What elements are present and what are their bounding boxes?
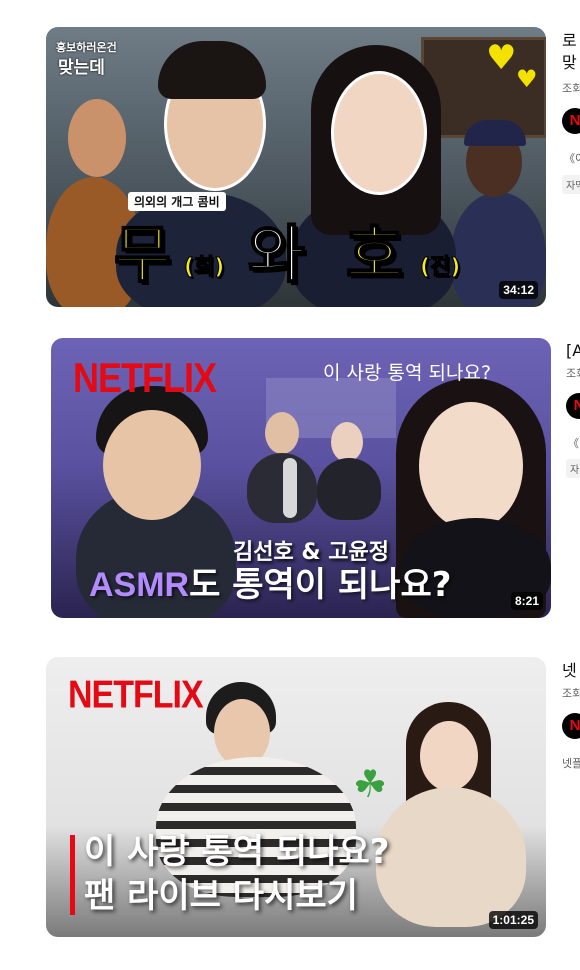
video-thumbnail-3[interactable]: ☘ NETFLIX 이 사랑 통역 되나요? 팬 라이브 다시보기 1:01:2… [46, 657, 546, 937]
video-title-line1[interactable]: 로 [562, 30, 580, 52]
thumbnail-small-text-2: (진) [419, 255, 461, 281]
channel-avatar[interactable]: N [566, 393, 580, 419]
video-card-2: NETFLIX 이 사랑 통역 되나요? 김선호 & 고윤정 ASMR도 통역이… [0, 320, 580, 640]
microphone [283, 458, 297, 518]
thumbnail-big-text-3: 호 [345, 217, 404, 292]
heart-icon-small: ♥ [516, 65, 538, 93]
video-description: 《 [568, 437, 579, 450]
subtitle-badge: 자막 [562, 175, 580, 194]
channel-avatar[interactable]: N [562, 108, 580, 134]
duration-badge: 34:12 [499, 281, 538, 299]
video-description: 넷플 [562, 757, 580, 770]
view-count: 조회 [566, 367, 580, 380]
thumbnail-line2: 팬 라이브 다시보기 [84, 876, 358, 916]
thumbnail-logo-line2: 맞는데 [58, 58, 105, 78]
cap [464, 120, 526, 146]
channel-avatar[interactable]: N [562, 713, 580, 739]
person-small-1 [247, 453, 317, 523]
video-title-line1[interactable]: [A [566, 340, 580, 362]
video-title-line1[interactable]: 넷 [562, 660, 580, 682]
thumbnail-caption: 의외의 개그 콤비 [128, 192, 226, 211]
video-thumbnail-2[interactable]: NETFLIX 이 사랑 통역 되나요? 김선호 & 고윤정 ASMR도 통역이… [51, 338, 551, 618]
duration-badge: 8:21 [510, 592, 543, 610]
headline-korean: 도 통역이 되나요? [189, 565, 452, 605]
face-right-woman [419, 402, 523, 530]
face-small-1 [265, 412, 299, 454]
thumbnail-line1: 이 사랑 통역 되나요? [84, 832, 390, 872]
video-description: 《이 [564, 152, 580, 165]
heart-icon: ♥ [486, 38, 517, 78]
face-center-woman [331, 71, 427, 195]
thumbnail-names: 김선호 & 고윤정 [233, 540, 389, 565]
video-card-1: ♥ ♥ 홍보하러온건 맞는데 의외의 개그 콤비 무 (희) 와 호 (진) 3… [0, 0, 580, 320]
person-woman [376, 787, 526, 927]
netflix-logo: NETFLIX [73, 354, 217, 402]
face-small-2 [331, 422, 363, 462]
headline-latin: ASMR [89, 566, 190, 604]
video-title-line2[interactable]: 맞 [562, 52, 580, 74]
face-woman [420, 721, 478, 791]
face-left-man [103, 410, 201, 520]
thumbnail-big-text-2: 와 [247, 217, 306, 292]
subtitle-badge: 자 [566, 459, 580, 478]
thumbnail-small-text-1: (희) [183, 255, 225, 281]
face-left [68, 99, 126, 177]
video-card-3: ☘ NETFLIX 이 사랑 통역 되나요? 팬 라이브 다시보기 1:01:2… [0, 640, 580, 970]
thumbnail-headline: ASMR도 통역이 되나요? [89, 564, 451, 606]
person-small-2 [317, 458, 381, 520]
netflix-logo: NETFLIX [68, 673, 204, 717]
duration-badge: 1:01:25 [488, 911, 538, 929]
view-count: 조회 [562, 687, 580, 700]
video-thumbnail-1[interactable]: ♥ ♥ 홍보하러온건 맞는데 의외의 개그 콤비 무 (희) 와 호 (진) 3… [46, 27, 546, 307]
thumbnail-question: 이 사랑 통역 되나요? [323, 362, 492, 384]
view-count: 조회 [562, 82, 580, 95]
thumbnail-big-text-1: 무 [113, 217, 172, 292]
clover-icon: ☘ [353, 762, 388, 806]
red-accent-bar [70, 835, 75, 915]
